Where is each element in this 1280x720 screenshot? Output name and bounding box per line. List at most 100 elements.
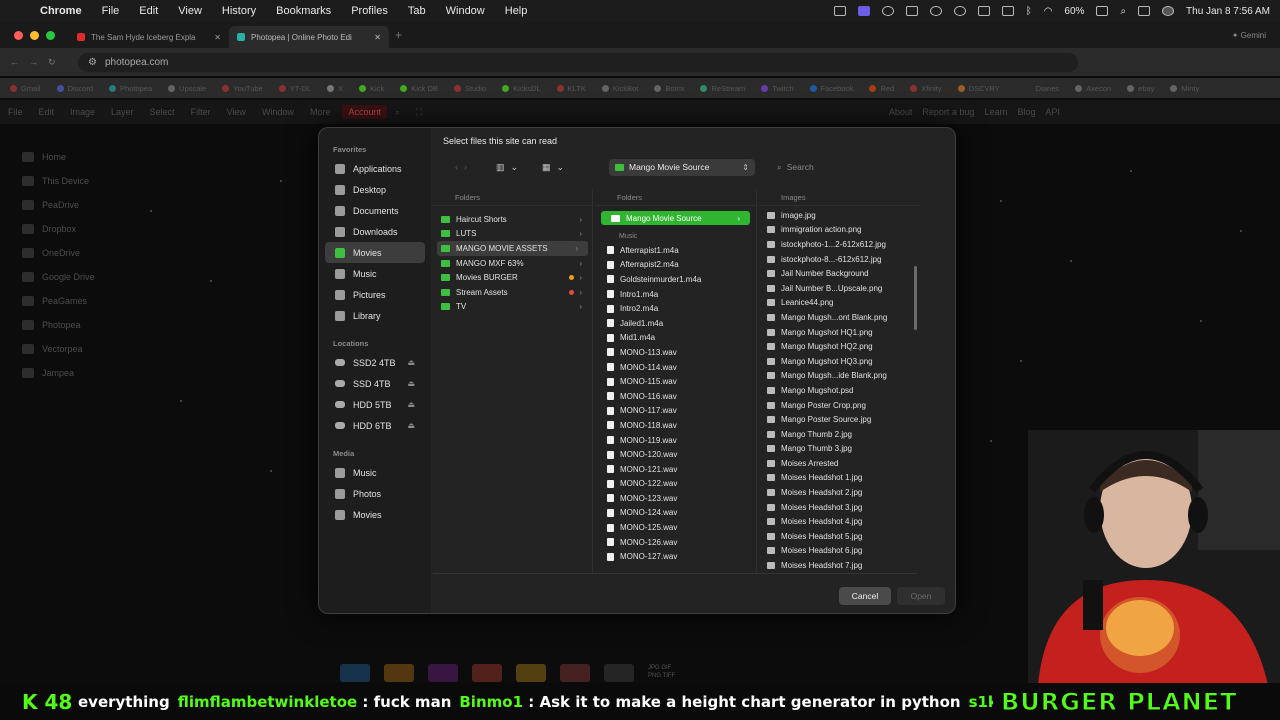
menu-file[interactable]: File <box>92 5 130 17</box>
pp-menu-select[interactable]: Select <box>142 107 183 117</box>
siri-icon[interactable] <box>1162 6 1175 16</box>
sidebar-media-music[interactable]: Music <box>325 462 425 483</box>
menu-history[interactable]: History <box>212 5 266 17</box>
menu-window[interactable]: Window <box>436 5 495 17</box>
reload-icon[interactable]: ↻ <box>48 57 56 68</box>
image-file-row[interactable]: Mango Thumb 2.jpg <box>759 427 919 442</box>
xd-icon[interactable] <box>428 664 458 682</box>
menu-app-name[interactable]: Chrome <box>30 5 92 17</box>
tab-close-icon[interactable]: ✕ <box>214 33 221 42</box>
search-field[interactable]: ⌕ Search <box>763 159 875 176</box>
bookmark-item[interactable]: X <box>327 84 343 93</box>
pp-menu-image[interactable]: Image <box>62 107 103 117</box>
bookmark-item[interactable]: Gmail <box>10 84 41 93</box>
audio-file-row[interactable]: MONO-117.wav <box>595 404 756 419</box>
image-file-row[interactable]: Moises Headshot 2.jpg <box>759 485 919 500</box>
image-file-row[interactable]: Moises Headshot 5.jpg <box>759 529 919 544</box>
new-tab-icon[interactable]: + <box>389 28 402 42</box>
pp-link-about[interactable]: About <box>889 107 913 117</box>
bookmark-item[interactable]: Studio <box>453 84 486 93</box>
audio-file-row[interactable]: MONO-127.wav <box>595 549 756 564</box>
bookmark-item[interactable]: Facebook <box>809 84 853 93</box>
sidebar-item-library[interactable]: Library <box>325 305 425 326</box>
image-file-row[interactable]: Mango Poster Crop.png <box>759 398 919 413</box>
bookmark-item[interactable]: Minty <box>1170 84 1199 93</box>
sidebar-drive-hdd6[interactable]: HDD 6TB ⏏ <box>325 415 425 436</box>
pp-link-report-bug[interactable]: Report a bug <box>922 107 974 117</box>
forward-icon[interactable]: → <box>29 57 38 67</box>
bookmark-item[interactable]: Red <box>869 84 894 93</box>
figma-icon[interactable] <box>472 664 502 682</box>
menu-edit[interactable]: Edit <box>129 5 168 17</box>
zoom-window-button[interactable] <box>46 30 55 40</box>
folder-row[interactable]: TV › <box>433 300 592 315</box>
audio-file-row[interactable]: Afterrapist2.m4a <box>595 258 756 273</box>
bluetooth-icon[interactable]: ᛒ <box>1026 6 1032 17</box>
sidebar-item-movies[interactable]: Movies <box>325 242 425 263</box>
folder-row[interactable]: Stream Assets › <box>433 285 592 300</box>
pp-menu-more[interactable]: More <box>302 107 339 117</box>
audio-file-row[interactable]: MONO-125.wav <box>595 520 756 535</box>
audio-file-row[interactable]: MONO-123.wav <box>595 491 756 506</box>
bookmark-item[interactable]: YT-DL <box>278 84 311 93</box>
image-file-row[interactable]: Moises Headshot 1.jpg <box>759 471 919 486</box>
pp-search-icon[interactable]: ⌕ <box>387 107 408 118</box>
ai-icon[interactable] <box>384 664 414 682</box>
image-file-row[interactable]: Moises Headshot 7.jpg <box>759 558 919 573</box>
forward-chevron-icon[interactable]: › <box>464 162 467 172</box>
sidebar-item-applications[interactable]: Applications <box>325 158 425 179</box>
folder-row-active[interactable]: Mango Movie Source › <box>601 211 750 225</box>
bookmark-item[interactable]: Botrix <box>654 84 684 93</box>
pp-menu-window[interactable]: Window <box>254 107 302 117</box>
pp-side-dropbox[interactable]: Dropbox <box>0 217 120 241</box>
gemini-button[interactable]: ✦ Gemini <box>1232 31 1280 40</box>
menubar-clock[interactable]: Thu Jan 8 7:56 AM <box>1186 6 1270 17</box>
audio-file-row[interactable]: MONO-122.wav <box>595 477 756 492</box>
image-file-row[interactable]: Mango Mugshot HQ2.png <box>759 339 919 354</box>
pp-link-blog[interactable]: Blog <box>1017 107 1035 117</box>
image-file-row[interactable]: istockphoto-8...-612x612.jpg <box>759 252 919 267</box>
spotlight-search-icon[interactable]: ⌕ <box>1120 6 1126 17</box>
sidebar-item-downloads[interactable]: Downloads <box>325 221 425 242</box>
sync-icon[interactable] <box>881 6 894 16</box>
pp-side-photopea[interactable]: Photopea <box>0 313 120 337</box>
audio-file-row[interactable]: MONO-113.wav <box>595 345 756 360</box>
sidebar-item-documents[interactable]: Documents <box>325 200 425 221</box>
bookmark-item[interactable]: KLTK <box>556 84 586 93</box>
bookmark-item[interactable]: ebay <box>1127 84 1154 93</box>
audio-file-row[interactable]: Mid1.m4a <box>595 331 756 346</box>
pp-side-vectorpea[interactable]: Vectorpea <box>0 337 120 361</box>
tab-photopea[interactable]: Photopea | Online Photo Edi ✕ <box>229 26 389 48</box>
bookmark-item[interactable]: ReStream <box>700 84 745 93</box>
sidebar-media-photos[interactable]: Photos <box>325 483 425 504</box>
image-file-row[interactable]: Leanice44.png <box>759 296 919 311</box>
pdf-icon[interactable] <box>560 664 590 682</box>
image-file-row[interactable]: Mango Mugshot HQ3.png <box>759 354 919 369</box>
pp-side-google-drive[interactable]: Google Drive <box>0 265 120 289</box>
image-file-row[interactable]: Mango Poster Source.jpg <box>759 412 919 427</box>
play-icon[interactable] <box>929 6 942 16</box>
image-file-row[interactable]: Mango Thumb 3.jpg <box>759 442 919 457</box>
psd-icon[interactable] <box>340 664 370 682</box>
pp-link-learn[interactable]: Learn <box>984 107 1007 117</box>
eject-icon[interactable]: ⏏ <box>407 400 415 409</box>
bookmark-item[interactable]: Twitch <box>761 84 794 93</box>
pp-side-home[interactable]: Home <box>0 145 120 169</box>
sidebar-drive-hdd5[interactable]: HDD 5TB ⏏ <box>325 394 425 415</box>
pp-side-onedrive[interactable]: OneDrive <box>0 241 120 265</box>
image-file-row[interactable]: Moises Headshot 6.jpg <box>759 544 919 559</box>
pp-menu-file[interactable]: File <box>0 107 31 117</box>
audio-file-row[interactable]: MONO-121.wav <box>595 462 756 477</box>
image-file-row[interactable]: image.jpg <box>759 208 919 223</box>
control-center-icon[interactable] <box>1138 6 1151 16</box>
location-popup[interactable]: Mango Movie Source ⇕ <box>609 158 755 176</box>
image-file-row[interactable]: istockphoto-1...2-612x612.jpg <box>759 237 919 252</box>
wifi-icon[interactable]: ◠ <box>1044 6 1053 17</box>
site-info-icon[interactable]: ⚙ <box>88 57 97 68</box>
bookmark-item[interactable]: Kick <box>359 84 384 93</box>
display-icon[interactable] <box>905 6 918 16</box>
raw-icon[interactable] <box>604 664 634 682</box>
pp-menu-edit[interactable]: Edit <box>31 107 63 117</box>
audio-file-row[interactable]: Intro1.m4a <box>595 287 756 302</box>
sidebar-media-movies[interactable]: Movies <box>325 504 425 525</box>
